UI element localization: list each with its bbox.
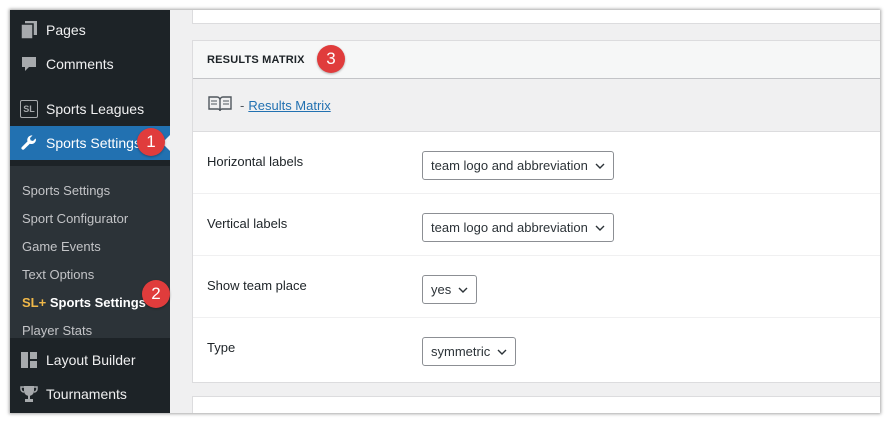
setting-row-show-team-place: Show team place yes <box>193 256 880 318</box>
submenu-item-sl-plus-sports-settings[interactable]: SL+ Sports Settings <box>22 293 146 313</box>
submenu-item-sport-configurator[interactable]: Sport Configurator <box>22 209 128 229</box>
trophy-icon <box>19 384 39 404</box>
chevron-down-icon <box>497 349 507 355</box>
admin-sidebar: Pages Comments SL Sports Leagues Sports … <box>10 10 170 413</box>
chevron-down-icon <box>595 225 605 231</box>
book-icon <box>208 95 232 115</box>
setting-label: Show team place <box>207 278 307 293</box>
chevron-down-icon <box>458 287 468 293</box>
layout-icon <box>19 350 39 370</box>
menu-item-pages[interactable]: Pages <box>10 13 170 47</box>
info-dash: - <box>240 97 245 113</box>
comments-icon <box>19 54 39 74</box>
show-team-place-select[interactable]: yes <box>422 275 478 304</box>
results-matrix-panel: RESULTS MATRIX - Results Matrix Horizont… <box>192 40 880 383</box>
chevron-down-icon <box>595 163 605 169</box>
results-matrix-link[interactable]: Results Matrix <box>248 98 330 113</box>
pages-icon <box>19 20 39 40</box>
vertical-labels-select[interactable]: team logo and abbreviation <box>422 213 614 242</box>
menu-item-label: Sports Settings <box>46 135 141 151</box>
sports-settings-submenu: Sports Settings Sport Configurator Game … <box>10 166 170 338</box>
menu-item-label: Comments <box>46 56 114 72</box>
horizontal-labels-select[interactable]: team logo and abbreviation <box>422 151 614 180</box>
menu-item-label: Sports Leagues <box>46 101 145 117</box>
setting-label: Type <box>207 340 236 355</box>
menu-item-sports-leagues[interactable]: SL Sports Leagues <box>10 92 170 126</box>
menu-item-layout-builder[interactable]: Layout Builder <box>10 343 170 377</box>
sl-badge-icon: SL <box>19 99 39 119</box>
submenu-item-text-options[interactable]: Text Options <box>22 265 94 285</box>
panel-title: RESULTS MATRIX <box>193 41 880 79</box>
setting-label: Vertical labels <box>207 216 288 231</box>
menu-item-label: Layout Builder <box>46 352 136 368</box>
menu-item-label: Pages <box>46 22 86 38</box>
submenu-item-game-events[interactable]: Game Events <box>22 237 101 257</box>
callout-3: 3 <box>317 45 345 73</box>
setting-row-horizontal-labels: Horizontal labels team logo and abbrevia… <box>193 132 880 194</box>
setting-label: Horizontal labels <box>207 154 304 169</box>
menu-item-label: Tournaments <box>46 386 127 402</box>
submenu-item-sports-settings[interactable]: Sports Settings <box>22 181 110 201</box>
panel-info-bar: - Results Matrix <box>193 79 880 132</box>
menu-item-tournaments[interactable]: Tournaments <box>10 377 170 411</box>
previous-panel <box>192 10 880 24</box>
menu-item-comments[interactable]: Comments <box>10 47 170 81</box>
setting-row-type: Type symmetric <box>193 318 880 380</box>
screenshot-frame: Pages Comments SL Sports Leagues Sports … <box>10 10 880 413</box>
callout-2: 2 <box>142 280 170 308</box>
next-panel <box>192 396 880 413</box>
submenu-item-player-stats[interactable]: Player Stats <box>22 321 92 341</box>
setting-row-vertical-labels: Vertical labels team logo and abbreviati… <box>193 194 880 256</box>
callout-1: 1 <box>137 128 165 156</box>
type-select[interactable]: symmetric <box>422 337 517 366</box>
wrench-icon <box>19 133 39 153</box>
sl-plus-prefix: SL+ <box>22 295 47 310</box>
